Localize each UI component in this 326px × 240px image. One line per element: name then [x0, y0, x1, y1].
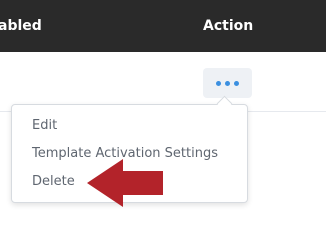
- column-header-enabled: abled: [0, 18, 42, 34]
- menu-item-edit[interactable]: Edit: [32, 118, 57, 134]
- row-actions-button[interactable]: [203, 68, 252, 98]
- more-options-icon-dot-2: [225, 80, 230, 86]
- more-options-icon: [216, 80, 221, 86]
- red-arrow-pointer-icon: [87, 159, 163, 207]
- column-header-action: Action: [203, 18, 254, 34]
- table-header: abled Action: [0, 0, 326, 52]
- more-options-icon-dot-3: [234, 80, 239, 86]
- menu-item-delete[interactable]: Delete: [32, 174, 75, 190]
